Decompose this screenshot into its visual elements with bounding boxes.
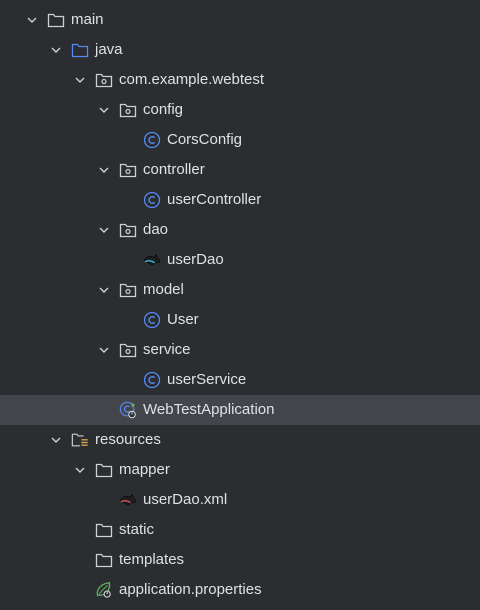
tree-label-mapper: mapper <box>119 461 170 478</box>
tree-row-cors-config[interactable]: CorsConfig <box>0 125 480 155</box>
tree-label-user-dao: userDao <box>167 251 224 268</box>
tree-row-user-controller[interactable]: userController <box>0 185 480 215</box>
chevron-down-icon[interactable] <box>74 464 86 476</box>
chevron-down-icon[interactable] <box>98 284 110 296</box>
tree-label-controller: controller <box>143 161 205 178</box>
package-icon <box>119 101 137 119</box>
tree-row-model[interactable]: model <box>0 275 480 305</box>
tree-label-user-service: userService <box>167 371 247 388</box>
tree-row-user-service[interactable]: userService <box>0 365 480 395</box>
folder-icon <box>95 461 113 479</box>
tree-row-java[interactable]: java <box>0 35 480 65</box>
package-icon <box>119 161 137 179</box>
chevron-down-icon[interactable] <box>50 44 62 56</box>
chevron-down-icon[interactable] <box>98 344 110 356</box>
chevron-down-icon[interactable] <box>98 164 110 176</box>
tree-row-user-dao-xml[interactable]: userDao.xml <box>0 485 480 515</box>
tree-label-resources: resources <box>95 431 161 448</box>
chevron-down-icon[interactable] <box>26 14 38 26</box>
tree-row-static[interactable]: static <box>0 515 480 545</box>
mybatis-xml-icon <box>119 491 137 509</box>
tree-row-user-dao[interactable]: userDao <box>0 245 480 275</box>
folder-icon <box>47 11 65 29</box>
tree-row-config[interactable]: config <box>0 95 480 125</box>
tree-row-web-test-application[interactable]: WebTestApplication <box>0 395 480 425</box>
tree-row-mapper[interactable]: mapper <box>0 455 480 485</box>
chevron-down-icon[interactable] <box>50 434 62 446</box>
tree-label-static: static <box>119 521 155 538</box>
chevron-down-icon[interactable] <box>74 74 86 86</box>
tree-row-dao[interactable]: dao <box>0 215 480 245</box>
tree-label-model: model <box>143 281 184 298</box>
spring-boot-application-icon <box>119 401 137 419</box>
class-icon <box>143 131 161 149</box>
tree-row-package-root[interactable]: com.example.webtest <box>0 65 480 95</box>
class-icon <box>143 191 161 209</box>
chevron-down-icon[interactable] <box>98 104 110 116</box>
tree-row-service[interactable]: service <box>0 335 480 365</box>
tree-label-dao: dao <box>143 221 169 238</box>
tree-row-templates[interactable]: templates <box>0 545 480 575</box>
class-icon <box>143 311 161 329</box>
tree-label-java: java <box>95 41 123 58</box>
class-icon <box>143 371 161 389</box>
folder-icon <box>95 551 113 569</box>
tree-label-service: service <box>143 341 191 358</box>
package-icon <box>119 221 137 239</box>
spring-properties-icon <box>95 581 113 599</box>
tree-label-user: User <box>167 311 199 328</box>
package-icon <box>119 341 137 359</box>
resources-root-folder-icon <box>71 431 89 449</box>
tree-row-user[interactable]: User <box>0 305 480 335</box>
mybatis-interface-icon <box>143 251 161 269</box>
tree-label-main: main <box>71 11 104 28</box>
tree-label-templates: templates <box>119 551 185 568</box>
tree-row-main[interactable]: main <box>0 5 480 35</box>
source-root-folder-icon <box>71 41 89 59</box>
tree-label-user-dao-xml: userDao.xml <box>143 491 228 508</box>
package-icon <box>95 71 113 89</box>
tree-label-config: config <box>143 101 184 118</box>
package-icon <box>119 281 137 299</box>
tree-row-controller[interactable]: controller <box>0 155 480 185</box>
tree-row-application-properties[interactable]: application.properties <box>0 575 480 605</box>
project-tree: main java com.example.webtest config Cor… <box>0 0 480 610</box>
folder-icon <box>95 521 113 539</box>
chevron-down-icon[interactable] <box>98 224 110 236</box>
tree-row-resources[interactable]: resources <box>0 425 480 455</box>
tree-label-web-test-application: WebTestApplication <box>143 401 275 418</box>
tree-label-application-properties: application.properties <box>119 581 262 598</box>
tree-label-cors-config: CorsConfig <box>167 131 243 148</box>
tree-label-package-root: com.example.webtest <box>119 71 265 88</box>
tree-label-user-controller: userController <box>167 191 262 208</box>
